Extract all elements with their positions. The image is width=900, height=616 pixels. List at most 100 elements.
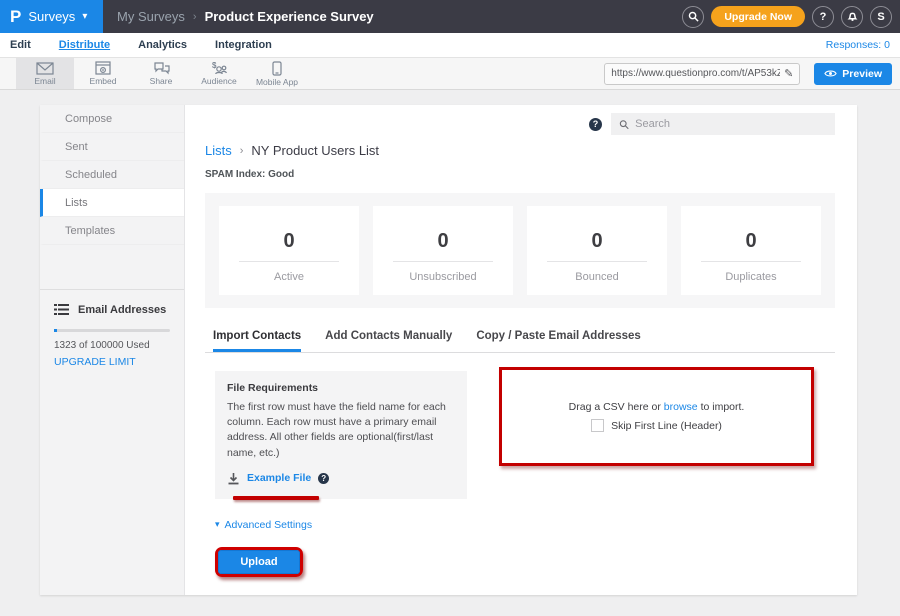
search-row: ?: [205, 113, 835, 135]
stat-value: 0: [591, 230, 602, 253]
stat-label: Bounced: [575, 271, 618, 283]
search-box[interactable]: [611, 113, 835, 135]
contact-tabs: Import Contacts Add Contacts Manually Co…: [205, 330, 835, 353]
preview-label: Preview: [842, 68, 882, 80]
audience-icon: $: [210, 61, 228, 75]
advanced-settings-toggle[interactable]: ▾ Advanced Settings: [205, 519, 835, 531]
preview-button[interactable]: Preview: [814, 63, 892, 85]
tab-add-contacts-manually[interactable]: Add Contacts Manually: [325, 330, 452, 352]
dropzone-text: Drag a CSV here or browse to import.: [569, 401, 745, 413]
browse-link[interactable]: browse: [664, 401, 698, 413]
sidebar-item-sent[interactable]: Sent: [40, 133, 184, 161]
top-header: P Surveys ▾ My Surveys › Product Experie…: [0, 0, 900, 33]
stat-value: 0: [745, 230, 756, 253]
stat-label: Unsubscribed: [409, 271, 476, 283]
tab-import-contacts[interactable]: Import Contacts: [213, 330, 301, 352]
toolbar-item-share[interactable]: Share: [132, 58, 190, 89]
toolbar-right: https://www.questionpro.com/t/AP53kZgfo …: [604, 58, 900, 89]
stat-card-duplicates: 0 Duplicates: [681, 206, 821, 295]
usage-progress-bar: [54, 329, 170, 332]
download-icon: [227, 472, 240, 485]
upload-button[interactable]: Upload: [218, 550, 300, 574]
toolbar-item-label: Audience: [201, 76, 236, 86]
product-switcher[interactable]: P Surveys ▾: [0, 0, 103, 33]
upgrade-now-button[interactable]: Upgrade Now: [711, 6, 805, 27]
sidebar-item-templates[interactable]: Templates: [40, 217, 184, 245]
toolbar-item-embed[interactable]: Embed: [74, 58, 132, 89]
help-icon[interactable]: ?: [318, 473, 329, 484]
import-contacts-pane: File Requirements The first row must hav…: [205, 371, 835, 499]
edit-url-icon[interactable]: ✎: [784, 67, 793, 80]
avatar-initial: S: [877, 11, 884, 23]
breadcrumb-separator: ›: [240, 145, 244, 157]
search-icon: [688, 11, 699, 22]
breadcrumb-separator: ›: [193, 11, 197, 23]
upgrade-limit-link[interactable]: UPGRADE LIMIT: [54, 356, 170, 368]
spam-index: SPAM Index: Good: [205, 169, 835, 180]
dropzone-text-after: to import.: [701, 401, 745, 413]
search-icon: [619, 119, 629, 130]
questionpro-logo: P: [10, 8, 21, 25]
list-breadcrumb: Lists › NY Product Users List: [205, 143, 835, 158]
annotation-red-underline: [233, 496, 319, 500]
skip-first-line-row: Skip First Line (Header): [591, 419, 722, 432]
survey-breadcrumb: My Surveys › Product Experience Survey: [117, 9, 374, 24]
share-icon: [153, 61, 170, 75]
sidebar-item-lists[interactable]: Lists: [40, 189, 184, 217]
email-addresses-title: Email Addresses: [78, 304, 166, 316]
eye-icon: [824, 69, 837, 78]
survey-nav: Edit Distribute Analytics Integration Re…: [0, 33, 900, 57]
toolbar-item-email[interactable]: Email: [16, 58, 74, 89]
csv-dropzone[interactable]: Drag a CSV here or browse to import. Ski…: [499, 367, 814, 466]
caret-down-icon: ▾: [215, 519, 220, 530]
mobile-app-icon: [272, 61, 282, 76]
search-button[interactable]: [682, 6, 704, 28]
stat-label: Active: [274, 271, 304, 283]
header-actions: Upgrade Now ? S: [682, 6, 900, 28]
question-mark-icon: ?: [820, 11, 827, 23]
toolbar-item-label: Embed: [90, 76, 117, 86]
sidebar-item-compose[interactable]: Compose: [40, 105, 184, 133]
skip-first-line-checkbox[interactable]: [591, 419, 604, 432]
account-avatar[interactable]: S: [870, 6, 892, 28]
list-detail-main: ? Lists › NY Product Users List SPAM Ind…: [185, 105, 857, 595]
product-menu-label: Surveys: [28, 9, 75, 24]
sidebar-item-scheduled[interactable]: Scheduled: [40, 161, 184, 189]
breadcrumb-my-surveys[interactable]: My Surveys: [117, 9, 185, 24]
notifications-button[interactable]: [841, 6, 863, 28]
tab-copy-paste-email-addresses[interactable]: Copy / Paste Email Addresses: [476, 330, 640, 352]
tab-integration[interactable]: Integration: [215, 39, 272, 51]
stat-value: 0: [283, 230, 294, 253]
bell-icon: [847, 11, 858, 22]
search-input[interactable]: [635, 118, 827, 130]
tab-edit[interactable]: Edit: [10, 39, 31, 51]
file-requirements-box: File Requirements The first row must hav…: [215, 371, 467, 499]
example-file-link[interactable]: Example File: [247, 472, 311, 484]
help-button[interactable]: ?: [812, 6, 834, 28]
annotation-red-box: Upload: [215, 547, 303, 577]
tab-distribute[interactable]: Distribute: [59, 39, 110, 51]
distribute-toolbar: Email Embed Share $ Audience Mobile App …: [0, 57, 900, 90]
stat-card-unsubscribed: 0 Unsubscribed: [373, 206, 513, 295]
divider: [547, 261, 648, 262]
sidebar-divider: [40, 245, 184, 290]
survey-url: https://www.questionpro.com/t/AP53kZgfo: [611, 68, 780, 79]
divider: [701, 261, 802, 262]
help-icon[interactable]: ?: [589, 118, 602, 131]
toolbar-item-audience[interactable]: $ Audience: [190, 58, 248, 89]
toolbar-item-mobile-app[interactable]: Mobile App: [248, 58, 306, 89]
caret-down-icon: ▾: [82, 11, 87, 22]
list-stats: 0 Active 0 Unsubscribed 0 Bounced 0 Dupl…: [205, 193, 835, 308]
tab-analytics[interactable]: Analytics: [138, 39, 187, 51]
responses-count[interactable]: Responses: 0: [826, 39, 890, 51]
advanced-settings-label: Advanced Settings: [225, 519, 313, 531]
survey-url-box[interactable]: https://www.questionpro.com/t/AP53kZgfo …: [604, 63, 800, 85]
stat-card-bounced: 0 Bounced: [527, 206, 667, 295]
email-sidebar: Compose Sent Scheduled Lists Templates E…: [40, 105, 185, 595]
embed-icon: [95, 61, 111, 75]
toolbar-item-label: Email: [34, 76, 55, 86]
toolbar-item-label: Mobile App: [256, 77, 298, 87]
divider: [393, 261, 494, 262]
breadcrumb-lists-link[interactable]: Lists: [205, 143, 232, 158]
dropzone-text-before: Drag a CSV here or: [569, 401, 661, 413]
